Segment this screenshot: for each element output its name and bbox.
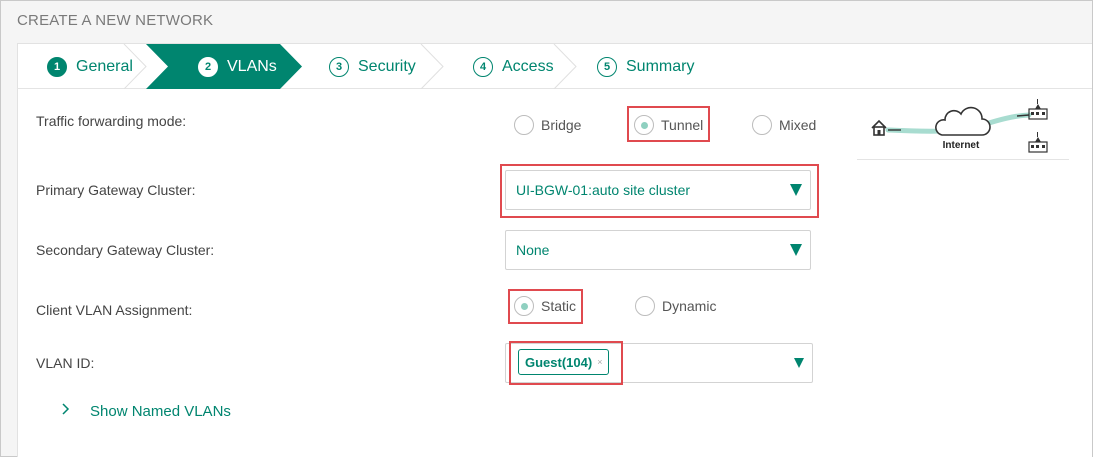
highlight-primary-gateway: [500, 164, 819, 218]
cloud-icon: [935, 106, 991, 136]
step-access[interactable]: 4 Access: [473, 44, 554, 89]
page-title: CREATE A NEW NETWORK: [17, 12, 214, 29]
step-label: Access: [502, 57, 554, 75]
dropdown-caret-icon: [794, 358, 804, 368]
tunnel-diagram: Internet: [857, 98, 1069, 160]
step-label: Security: [358, 57, 416, 75]
step-label: General: [76, 57, 133, 75]
step-label: Summary: [626, 57, 695, 75]
vlan-id-label: VLAN ID:: [36, 355, 95, 371]
building-icon: [1028, 99, 1048, 120]
step-general[interactable]: 1 General: [47, 44, 133, 89]
step-number-badge: 2: [198, 56, 218, 77]
step-label: VLANs: [227, 57, 277, 75]
radio-label: Bridge: [541, 117, 582, 133]
secondary-gateway-label: Secondary Gateway Cluster:: [36, 242, 215, 258]
dropdown-caret-icon: [790, 244, 802, 256]
highlight-static: [508, 289, 583, 324]
client-vlan-label: Client VLAN Assignment:: [36, 302, 193, 318]
step-number-badge: 3: [329, 56, 349, 77]
internet-label: Internet: [943, 140, 980, 151]
radio-circle: [752, 115, 772, 135]
chevron-right-icon: [62, 402, 70, 420]
traffic-mode-label: Traffic forwarding mode:: [36, 113, 187, 129]
primary-gateway-label: Primary Gateway Cluster:: [36, 182, 196, 198]
radio-mixed[interactable]: Mixed: [752, 115, 816, 135]
step-summary[interactable]: 5 Summary: [597, 44, 694, 89]
radio-dynamic[interactable]: Dynamic: [635, 296, 716, 316]
secondary-gateway-select[interactable]: None: [505, 230, 811, 270]
step-number-badge: 1: [47, 56, 67, 77]
step-vlans[interactable]: 2 VLANs: [198, 44, 277, 89]
radio-circle: [514, 115, 534, 135]
select-value: None: [516, 242, 550, 258]
radio-label: Dynamic: [662, 298, 717, 314]
highlight-vlan-tag: [509, 341, 623, 385]
step-divider-icon: [553, 43, 577, 90]
radio-bridge[interactable]: Bridge: [514, 115, 581, 135]
link-label: Show Named VLANs: [90, 402, 231, 420]
home-icon: [871, 119, 887, 136]
step-number-badge: 5: [597, 56, 617, 77]
radio-circle: [635, 296, 655, 316]
building-icon: [1028, 132, 1048, 153]
radio-label: Mixed: [779, 117, 817, 133]
step-security[interactable]: 3 Security: [329, 44, 416, 89]
show-named-vlans-link[interactable]: Show Named VLANs: [62, 402, 231, 420]
step-number-badge: 4: [473, 56, 493, 77]
step-divider-icon: [420, 43, 444, 90]
highlight-tunnel: [627, 106, 710, 142]
